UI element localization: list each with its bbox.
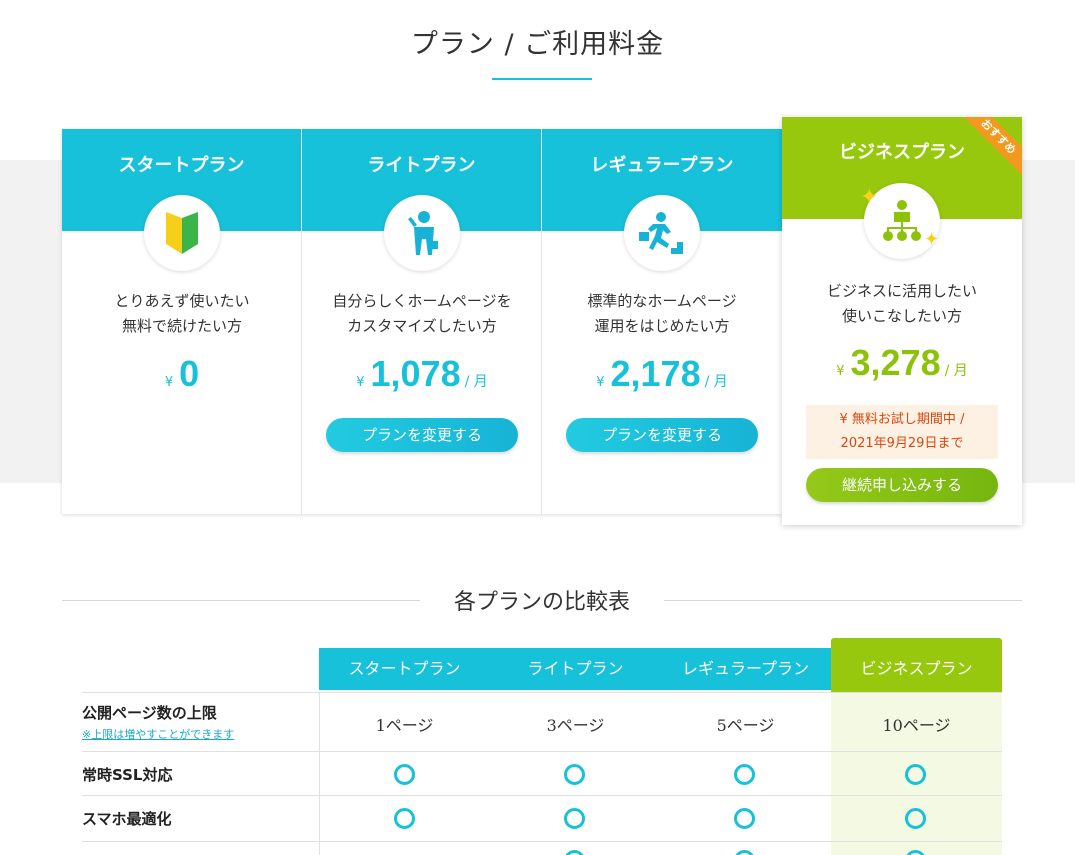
- trial-period-notice: ¥ 無料お試し期間中 / 2021年9月29日まで: [806, 405, 998, 459]
- available-circle-icon: [905, 764, 926, 785]
- available-circle-icon: [734, 850, 755, 855]
- sparkle-icon: ✦: [860, 185, 879, 210]
- row-label: 公開ページ数の上限: [82, 704, 217, 722]
- price-value: 2,178: [610, 353, 701, 394]
- available-circle-icon: [394, 808, 415, 829]
- yen-symbol: ¥: [356, 375, 365, 390]
- table-cell: 1ページ: [375, 716, 434, 735]
- table-row: 公開ページ数の上限 ※上限は増やすことができます 1ページ 3ページ 5ページ …: [82, 692, 1002, 752]
- beginner-mark-icon: [144, 195, 220, 271]
- businessman-icon: [384, 195, 460, 271]
- sparkle-icon: ✦: [924, 229, 940, 250]
- available-circle-icon: [564, 764, 585, 785]
- price-value: 1,078: [370, 353, 461, 394]
- plan-card-light: ライトプラン 自分らしくホームページを カスタマイズしたい方 ¥1,078/ 月…: [302, 129, 542, 514]
- row-label: 常時SSL対応: [82, 766, 173, 784]
- table-header-start: スタートプラン: [348, 659, 461, 678]
- plan-description: 自分らしくホームページを カスタマイズしたい方: [302, 289, 542, 339]
- available-circle-icon: [564, 808, 585, 829]
- plan-description: 標準的なホームページ 運用をはじめたい方: [542, 289, 782, 339]
- plan-desc-line2: 無料で続けたい方: [121, 317, 242, 335]
- plan-price: ¥3,278/ 月: [782, 342, 1022, 384]
- yen-symbol: ¥: [164, 375, 174, 390]
- change-plan-button[interactable]: プランを変更する: [566, 418, 758, 452]
- plan-desc-line2: 使いこなしたい方: [841, 307, 962, 325]
- available-circle-icon: [734, 808, 755, 829]
- table-row: スマホ最適化: [82, 796, 1002, 842]
- page-limit-note-link[interactable]: ※上限は増やすことができます: [82, 726, 234, 742]
- plan-card-regular: レギュラープラン 標準的なホームページ 運用をはじめたい方 ¥2,178/ 月 …: [542, 129, 782, 514]
- plan-price: ¥2,178/ 月: [542, 353, 782, 395]
- price-value: 0: [179, 353, 200, 394]
- price-unit: / 月: [944, 363, 968, 379]
- plan-price: ¥1,078/ 月: [302, 353, 542, 395]
- plan-price: ¥0: [62, 353, 302, 395]
- price-unit: / 月: [464, 374, 488, 390]
- page-title: プラン / ご利用料金: [410, 29, 665, 60]
- available-circle-icon: [564, 850, 585, 855]
- comparison-title: 各プランの比較表: [453, 590, 630, 615]
- plan-cards: スタートプラン とりあえず使いたい 無料で続けたい方 ¥0 ライトプラン 自分ら…: [62, 129, 782, 514]
- yen-symbol: ¥: [596, 375, 605, 390]
- trial-line2: 2021年9月29日まで: [840, 436, 964, 451]
- change-plan-button[interactable]: プランを変更する: [326, 418, 518, 452]
- title-underline: [492, 78, 592, 80]
- plan-description: とりあえず使いたい 無料で続けたい方: [62, 289, 302, 339]
- plan-desc-line1: とりあえず使いたい: [114, 292, 250, 310]
- plan-desc-line2: カスタマイズしたい方: [347, 317, 497, 335]
- plan-desc-line1: 自分らしくホームページを: [332, 292, 512, 310]
- table-cell: 10ページ: [882, 716, 951, 735]
- available-circle-icon: [394, 764, 415, 785]
- yen-symbol: ¥: [836, 364, 845, 379]
- table-cell: 3ページ: [546, 716, 605, 735]
- table-header-light: ライトプラン: [527, 659, 624, 678]
- table-header-business: ビジネスプラン: [831, 638, 1002, 692]
- plan-desc-line1: ビジネスに活用したい: [826, 282, 977, 300]
- plan-desc-line1: 標準的なホームページ: [587, 292, 737, 310]
- plan-card-start: スタートプラン とりあえず使いたい 無料で続けたい方 ¥0: [62, 129, 302, 514]
- row-label: スマホ最適化: [82, 810, 172, 828]
- plan-description: ビジネスに活用したい 使いこなしたい方: [782, 279, 1022, 329]
- available-circle-icon: [734, 764, 755, 785]
- table-cell: 5ページ: [716, 716, 775, 735]
- price-value: 3,278: [850, 342, 941, 383]
- plan-desc-line2: 運用をはじめたい方: [594, 317, 730, 335]
- table-header-regular: レギュラープラン: [681, 659, 810, 678]
- trial-line1: ¥ 無料お試し期間中 /: [839, 412, 965, 427]
- table-row: 常時SSL対応: [82, 752, 1002, 796]
- price-unit: / 月: [704, 374, 728, 390]
- running-stairs-icon: [624, 195, 700, 271]
- plan-card-business: ビジネスプラン おすすめ ✦ ✦ ビジネスに活用したい 使いこなしたい方 ¥3,…: [782, 117, 1022, 525]
- available-circle-icon: [905, 808, 926, 829]
- continue-subscription-button[interactable]: 継続申し込みする: [806, 468, 998, 502]
- comparison-heading: 各プランの比較表: [62, 584, 1022, 615]
